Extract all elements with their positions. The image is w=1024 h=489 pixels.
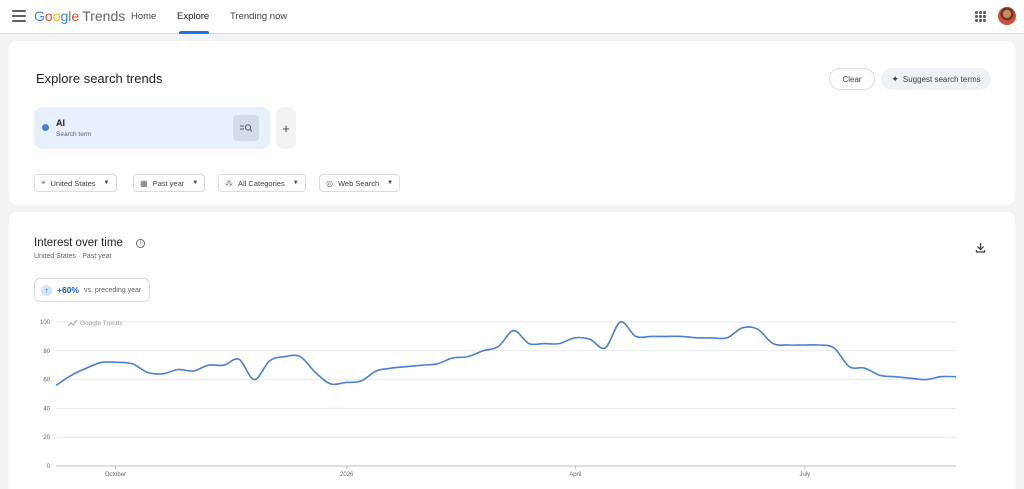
search-term-options-button[interactable] xyxy=(233,115,259,141)
chevron-down-icon: ▼ xyxy=(192,180,199,186)
series-color-dot xyxy=(42,124,49,131)
y-tick-label: 0 xyxy=(47,464,51,470)
filter-time-range[interactable]: ▦ Past year ▼ xyxy=(133,174,206,192)
x-tick-label: October xyxy=(105,472,126,478)
filter-category[interactable]: ⁂ All Categories ▼ xyxy=(218,174,306,192)
page-title: Explore search trends xyxy=(36,71,163,86)
filter-location[interactable]: ⌖ United States ▼ xyxy=(34,174,117,192)
filter-search-type[interactable]: ◎ Web Search ▼ xyxy=(319,174,401,192)
y-tick-label: 20 xyxy=(43,435,50,441)
categories-icon: ⁂ xyxy=(225,178,233,188)
search-term-chip[interactable]: AI Search term xyxy=(34,107,270,149)
chevron-down-icon: ▼ xyxy=(387,180,394,186)
search-term-type: Search term xyxy=(56,131,92,138)
hamburger-menu-icon[interactable] xyxy=(12,10,26,22)
sparkle-icon: ✦ xyxy=(891,73,899,84)
y-tick-label: 60 xyxy=(43,378,50,384)
interest-over-time-card: Interest over time i United States · Pas… xyxy=(9,212,1015,489)
chevron-down-icon: ▼ xyxy=(292,180,299,186)
tab-explore[interactable]: Explore xyxy=(177,11,209,22)
x-tick-label: 2026 xyxy=(340,472,354,478)
suggest-label: Suggest search terms xyxy=(902,74,981,84)
filter-location-label: United States xyxy=(50,178,96,188)
filter-time-label: Past year xyxy=(152,178,185,188)
y-tick-label: 80 xyxy=(43,349,50,355)
explore-card: Explore search trends Clear ✦ Suggest se… xyxy=(9,41,1015,205)
trend-watermark-icon xyxy=(67,319,78,327)
x-tick-label: April xyxy=(569,472,581,478)
suggest-search-terms-button[interactable]: ✦ Suggest search terms xyxy=(881,68,991,90)
location-pin-icon: ⌖ xyxy=(41,178,46,187)
account-avatar[interactable] xyxy=(998,7,1016,25)
y-tick-label: 40 xyxy=(43,406,50,412)
search-list-icon xyxy=(240,124,253,132)
active-tab-indicator xyxy=(179,31,209,34)
search-term-name: AI xyxy=(56,118,65,128)
tab-home[interactable]: Home xyxy=(131,11,156,22)
y-tick-label: 100 xyxy=(40,320,51,326)
x-tick-label: July xyxy=(799,472,810,478)
google-trends-logo[interactable]: Google Trends xyxy=(34,8,125,24)
add-search-term-button[interactable]: + xyxy=(276,107,296,149)
plus-icon: + xyxy=(282,120,290,136)
top-bar: Google Trends Home Explore Trending now xyxy=(0,0,1024,34)
series-line xyxy=(55,321,957,387)
chevron-down-icon: ▼ xyxy=(103,180,110,186)
chart-watermark: Google Trends xyxy=(80,320,123,327)
calendar-icon: ▦ xyxy=(140,178,148,188)
interest-line-chart[interactable]: 0 20 40 60 80 100 October 2026 April July Google T… xyxy=(9,212,1015,489)
filter-category-label: All Categories xyxy=(238,178,285,188)
globe-icon: ◎ xyxy=(326,178,333,188)
filter-search-type-label: Web Search xyxy=(337,178,380,188)
tab-trending-now[interactable]: Trending now xyxy=(230,11,287,22)
google-apps-icon[interactable] xyxy=(975,11,986,22)
clear-button[interactable]: Clear xyxy=(829,68,875,90)
